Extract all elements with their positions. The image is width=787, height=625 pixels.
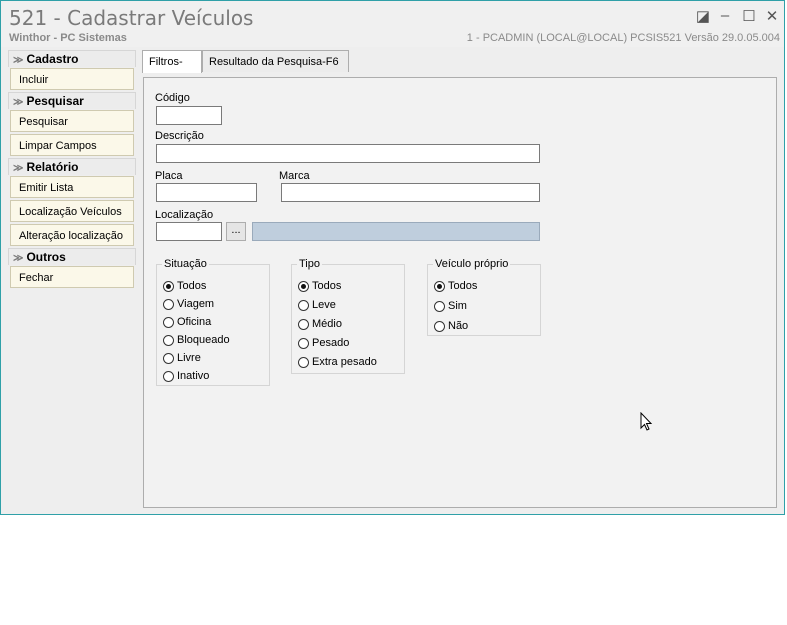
sidebar-item-alteracao-localizacao[interactable]: Alteração localização [10, 224, 134, 246]
tipo-option-pesado[interactable]: Pesado [298, 335, 349, 351]
veiculo-proprio-option-todos[interactable]: Todos [434, 278, 477, 294]
section-pesquisar[interactable]: ≫ Pesquisar [8, 92, 136, 109]
localizacao-description [252, 222, 540, 241]
sidebar-item-emitir-lista[interactable]: Emitir Lista [10, 176, 134, 198]
situacao-option-inativo[interactable]: Inativo [163, 368, 209, 384]
marca-input[interactable] [281, 183, 540, 202]
localizacao-input[interactable] [156, 222, 222, 241]
marca-label: Marca [279, 170, 310, 182]
veiculo-proprio-group: Veículo próprio Todos Sim Não [427, 258, 541, 336]
chevron-down-icon: ≫ [13, 253, 24, 264]
radio-icon [163, 352, 174, 364]
tipo-option-todos[interactable]: Todos [298, 278, 341, 294]
situacao-option-livre[interactable]: Livre [163, 350, 201, 366]
radio-icon [434, 320, 445, 332]
sidebar-item-localizacao-veiculos[interactable]: Localização Veículos [10, 200, 134, 222]
radio-icon [163, 316, 174, 328]
radio-icon [298, 337, 309, 349]
sidebar-item-pesquisar[interactable]: Pesquisar [10, 110, 134, 132]
section-relatorio[interactable]: ≫ Relatório [8, 158, 136, 175]
tab-filtros[interactable]: Filtros-F5 [142, 50, 202, 90]
chevron-down-icon: ≫ [13, 97, 24, 108]
tipo-option-medio[interactable]: Médio [298, 316, 342, 332]
section-title: Cadastro [26, 52, 79, 66]
window-subtitle: Winthor - PC Sistemas [9, 32, 127, 44]
minimize-icon[interactable]: – [716, 7, 734, 24]
radio-icon [163, 298, 174, 310]
codigo-label: Código [155, 92, 190, 104]
radio-selected-icon [434, 280, 445, 292]
codigo-input[interactable] [156, 106, 222, 125]
situacao-title: Situação [162, 258, 209, 270]
situacao-option-bloqueado[interactable]: Bloqueado [163, 332, 230, 348]
section-title: Relatório [26, 160, 79, 174]
sidebar-item-incluir[interactable]: Incluir [10, 68, 134, 90]
chevron-down-icon: ≫ [13, 163, 24, 174]
sidebar: ≫ Cadastro Incluir ≫ Pesquisar Pesquisar L… [8, 50, 136, 290]
localizacao-lookup-button[interactable]: ... [226, 222, 246, 241]
placa-input[interactable] [156, 183, 257, 202]
tab-resultado[interactable]: Resultado da Pesquisa-F6 [202, 50, 349, 72]
section-outros[interactable]: ≫ Outros [8, 248, 136, 265]
radio-icon [434, 300, 445, 312]
system-info: 1 - PCADMIN (LOCAL@LOCAL) PCSIS521 Versã… [466, 32, 780, 44]
veiculo-proprio-title: Veículo próprio [433, 258, 511, 270]
radio-icon [163, 370, 174, 382]
tipo-option-extra-pesado[interactable]: Extra pesado [298, 354, 377, 370]
filters-panel: Código Descrição Placa Marca Localização… [143, 77, 777, 508]
veiculo-proprio-option-nao[interactable]: Não [434, 318, 468, 334]
maximize-icon[interactable]: ☐ [740, 7, 758, 25]
situacao-option-oficina[interactable]: Oficina [163, 314, 211, 330]
chevron-down-icon: ≫ [13, 55, 24, 66]
radio-icon [298, 299, 309, 311]
title-bar: 521 - Cadastrar Veículos Winthor - PC Si… [1, 1, 784, 47]
close-icon[interactable]: ✕ [763, 7, 781, 25]
situacao-group: Situação Todos Viagem Oficina Bloqueado … [156, 258, 270, 386]
section-cadastro[interactable]: ≫ Cadastro [8, 50, 136, 67]
veiculo-proprio-option-sim[interactable]: Sim [434, 298, 467, 314]
radio-icon [298, 318, 309, 330]
situacao-option-todos[interactable]: Todos [163, 278, 206, 294]
sidebar-item-limpar-campos[interactable]: Limpar Campos [10, 134, 134, 156]
radio-icon [298, 356, 309, 368]
mouse-cursor-icon [640, 412, 653, 431]
radio-selected-icon [298, 280, 309, 292]
restore-icon[interactable]: ◪ [694, 7, 712, 25]
sidebar-item-fechar[interactable]: Fechar [10, 266, 134, 288]
radio-selected-icon [163, 280, 174, 292]
radio-icon [163, 334, 174, 346]
localizacao-label: Localização [155, 209, 214, 221]
descricao-label: Descrição [155, 130, 204, 142]
app-window: 521 - Cadastrar Veículos Winthor - PC Si… [0, 0, 785, 515]
tipo-option-leve[interactable]: Leve [298, 297, 336, 313]
situacao-option-viagem[interactable]: Viagem [163, 296, 214, 312]
section-title: Pesquisar [26, 94, 84, 108]
tipo-group: Tipo Todos Leve Médio Pesado Extra pesad… [291, 258, 405, 374]
placa-label: Placa [155, 170, 183, 182]
tipo-title: Tipo [297, 258, 322, 270]
section-title: Outros [26, 250, 66, 264]
window-title: 521 - Cadastrar Veículos [9, 6, 254, 30]
descricao-input[interactable] [156, 144, 540, 163]
